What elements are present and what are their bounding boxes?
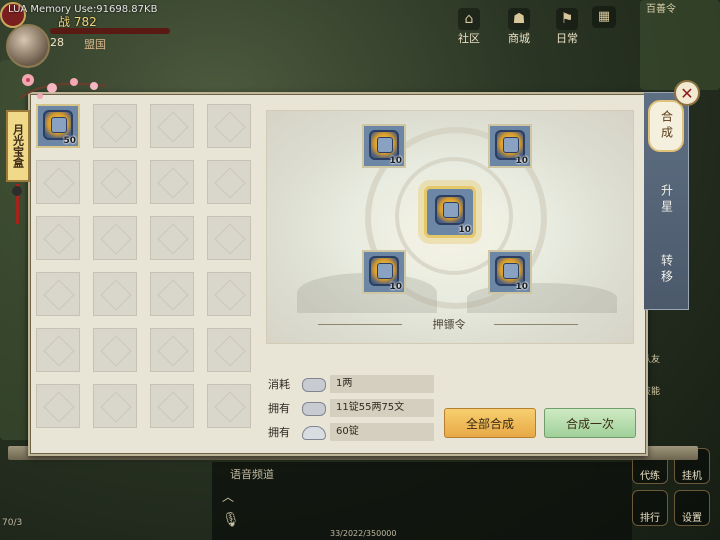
nav-community-label: 社区	[458, 32, 480, 45]
tab-transfer[interactable]: 转移	[650, 254, 682, 286]
rail-top-label[interactable]: 百善令	[646, 0, 676, 15]
ribbon-knot	[12, 186, 22, 196]
own-ingot-label: 拥有	[268, 426, 290, 439]
inventory-slot[interactable]	[93, 104, 137, 148]
own-silver-value: 11锭55两75文	[330, 399, 434, 417]
inventory-slot[interactable]	[36, 384, 80, 428]
inventory-slot[interactable]	[93, 328, 137, 372]
chat-panel[interactable]	[212, 462, 632, 540]
material-slot-3[interactable]: 10	[362, 250, 406, 294]
inventory-slot[interactable]	[207, 216, 251, 260]
rail-btn-practice-label: 代练	[640, 471, 660, 482]
escort-token-icon	[435, 195, 465, 225]
material-qty: 10	[389, 282, 402, 292]
chat-tab-voice[interactable]: 语音频道	[230, 466, 274, 482]
result-slot[interactable]: 10	[424, 186, 476, 238]
material-qty: 10	[515, 282, 528, 292]
inventory-slot[interactable]	[207, 384, 251, 428]
player-avatar[interactable]	[6, 24, 50, 68]
player-level: 28	[50, 36, 64, 49]
inventory-slot[interactable]	[93, 384, 137, 428]
rail-btn-ranking[interactable]: 排行	[632, 490, 668, 526]
panel-title-ribbon: 月光宝盒	[6, 110, 30, 182]
inventory-grid: 50	[36, 104, 251, 428]
nav-shop[interactable]: ☗ 商城	[508, 8, 530, 46]
tab-synthesis-label: 合成	[659, 110, 674, 142]
panel-title: 月光宝盒	[11, 124, 25, 168]
inventory-slot[interactable]	[207, 328, 251, 372]
result-qty: 10	[458, 225, 471, 235]
inventory-slot[interactable]	[207, 160, 251, 204]
tab-transfer-label: 转移	[659, 254, 674, 286]
left-counter: 70/3	[2, 518, 23, 528]
blossom-decoration-icon	[19, 74, 107, 99]
inventory-slot[interactable]	[93, 272, 137, 316]
microphone-icon[interactable]: 🎙	[222, 512, 240, 528]
player-faction: 盟国	[84, 38, 106, 51]
community-icon: ⌂	[458, 8, 480, 30]
inventory-slot[interactable]	[93, 216, 137, 260]
inventory-slot[interactable]	[150, 160, 194, 204]
rail-btn-ranking-label: 排行	[640, 513, 660, 524]
nav-community[interactable]: ⌂ 社区	[458, 8, 480, 46]
inventory-slot[interactable]	[36, 160, 80, 204]
inventory-slot[interactable]	[150, 216, 194, 260]
silver-icon	[302, 378, 326, 392]
nav-shop-label: 商城	[508, 32, 530, 45]
nav-daily-label: 日常	[556, 32, 578, 45]
inventory-slot[interactable]	[207, 272, 251, 316]
daily-icon: ⚑	[556, 8, 578, 30]
tab-star-up[interactable]: 升星	[650, 184, 682, 216]
rail-btn-settings-label: 设置	[682, 513, 702, 524]
inventory-slot[interactable]	[150, 384, 194, 428]
silver-icon	[302, 402, 326, 416]
nav-daily[interactable]: ⚑ 日常	[556, 8, 578, 46]
inventory-slot[interactable]	[207, 104, 251, 148]
material-slot-1[interactable]: 10	[362, 124, 406, 168]
consume-value: 1两	[330, 375, 434, 393]
consume-label: 消耗	[268, 378, 290, 391]
tab-star-up-label: 升星	[659, 184, 674, 216]
inventory-slot[interactable]	[93, 160, 137, 204]
synthesize-all-button[interactable]: 全部合成	[444, 408, 536, 438]
tab-synthesis[interactable]: 合成	[648, 100, 684, 152]
material-slot-4[interactable]: 10	[488, 250, 532, 294]
rail-btn-idle-label: 挂机	[682, 471, 702, 482]
close-icon[interactable]: ✕	[674, 80, 700, 106]
synthesize-once-button[interactable]: 合成一次	[544, 408, 636, 438]
hp-bar	[50, 28, 170, 34]
material-slot-2[interactable]: 10	[488, 124, 532, 168]
inventory-slot[interactable]	[36, 216, 80, 260]
chevron-up-icon[interactable]: ︿	[222, 488, 234, 505]
material-qty: 10	[389, 156, 402, 166]
inventory-slot[interactable]	[150, 104, 194, 148]
menu-more-icon[interactable]: ▦	[592, 6, 616, 28]
inventory-slot[interactable]	[150, 272, 194, 316]
item-qty: 50	[63, 136, 76, 146]
inventory-slot[interactable]: 50	[36, 104, 80, 148]
rail-btn-settings[interactable]: 设置	[674, 490, 710, 526]
inventory-slot[interactable]	[36, 328, 80, 372]
own-silver-label: 拥有	[268, 402, 290, 415]
inventory-slot[interactable]	[36, 272, 80, 316]
material-qty: 10	[515, 156, 528, 166]
result-item-name: 押镖令	[432, 318, 466, 331]
shop-icon: ☗	[508, 8, 530, 30]
own-ingot-value: 60锭	[330, 423, 434, 441]
inventory-slot[interactable]	[150, 328, 194, 372]
exp-readout: 33/2022/350000	[330, 529, 397, 538]
ingot-icon	[302, 426, 326, 440]
